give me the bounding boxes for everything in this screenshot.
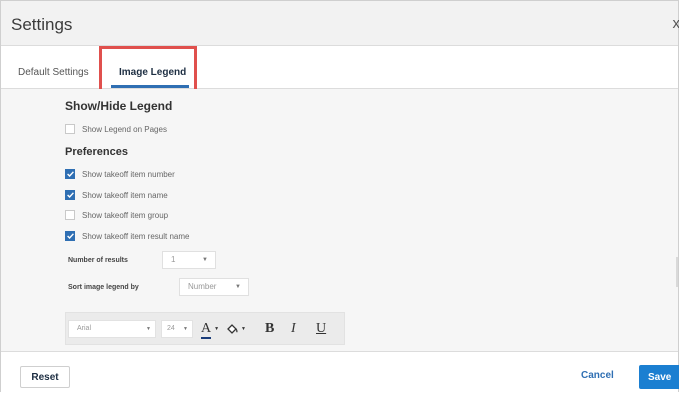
show-legend-checkbox[interactable] bbox=[65, 124, 75, 134]
tab-default-settings[interactable]: Default Settings bbox=[18, 67, 89, 78]
bold-icon: B bbox=[265, 321, 274, 337]
settings-dialog: Settings x Default Settings Image Legend… bbox=[0, 0, 679, 392]
sort-legend-select[interactable]: Number ▼ bbox=[179, 278, 249, 296]
font-color-bar bbox=[201, 337, 211, 339]
preferences-heading: Preferences bbox=[65, 146, 128, 158]
chevron-down-icon: ▼ bbox=[235, 279, 241, 295]
sort-legend-value: Number bbox=[188, 282, 216, 291]
fill-color-button[interactable]: ▼ bbox=[226, 319, 246, 339]
active-tab-indicator bbox=[111, 85, 189, 88]
number-of-results-label: Number of results bbox=[68, 257, 128, 264]
font-family-value: Arial bbox=[77, 325, 91, 332]
paint-bucket-icon bbox=[226, 323, 238, 335]
italic-icon: I bbox=[291, 321, 296, 337]
dialog-titlebar: Settings x bbox=[1, 1, 678, 46]
pref-label: Show takeoff item group bbox=[82, 211, 168, 220]
show-legend-label: Show Legend on Pages bbox=[82, 125, 167, 134]
pref-item-number-option[interactable]: Show takeoff item number bbox=[65, 168, 175, 180]
chevron-down-icon: ▼ bbox=[183, 321, 188, 337]
font-size-value: 24 bbox=[167, 325, 175, 332]
pref-checkbox[interactable] bbox=[65, 231, 75, 241]
underline-button[interactable]: U bbox=[316, 319, 326, 339]
save-button[interactable]: Save bbox=[639, 365, 679, 389]
font-family-select[interactable]: Arial ▼ bbox=[68, 320, 156, 338]
number-of-results-value: 1 bbox=[171, 255, 175, 264]
pref-item-group-option[interactable]: Show takeoff item group bbox=[65, 209, 168, 221]
dialog-title: Settings bbox=[11, 15, 72, 35]
italic-button[interactable]: I bbox=[291, 319, 296, 339]
chevron-down-icon: ▼ bbox=[202, 252, 208, 268]
number-of-results-select[interactable]: 1 ▼ bbox=[162, 251, 216, 269]
close-icon[interactable]: x bbox=[673, 15, 679, 32]
font-color-icon: A bbox=[201, 321, 211, 336]
pref-item-name-option[interactable]: Show takeoff item name bbox=[65, 189, 168, 201]
settings-tabs: Default Settings Image Legend ? bbox=[1, 46, 678, 89]
dialog-footer: Reset Cancel Save bbox=[1, 351, 678, 393]
pref-label: Show takeoff item name bbox=[82, 191, 168, 200]
font-size-select[interactable]: 24 ▼ bbox=[161, 320, 193, 338]
underline-icon: U bbox=[316, 321, 326, 337]
pref-checkbox[interactable] bbox=[65, 169, 75, 179]
pref-item-result-name-option[interactable]: Show takeoff item result name bbox=[65, 230, 189, 242]
font-color-button[interactable]: A ▼ bbox=[201, 319, 219, 339]
chevron-down-icon: ▼ bbox=[146, 321, 151, 337]
cancel-button[interactable]: Cancel bbox=[581, 370, 614, 381]
pref-checkbox[interactable] bbox=[65, 190, 75, 200]
sort-legend-label: Sort image legend by bbox=[68, 284, 139, 291]
scrollbar-edge[interactable] bbox=[676, 257, 678, 287]
reset-button[interactable]: Reset bbox=[20, 366, 70, 388]
pref-label: Show takeoff item result name bbox=[82, 232, 189, 241]
image-legend-panel: Show/Hide Legend Show Legend on Pages Pr… bbox=[1, 89, 678, 351]
chevron-down-icon: ▼ bbox=[241, 326, 246, 332]
chevron-down-icon: ▼ bbox=[214, 326, 219, 332]
bold-button[interactable]: B bbox=[265, 319, 274, 339]
pref-label: Show takeoff item number bbox=[82, 170, 175, 179]
text-format-toolbar: Arial ▼ 24 ▼ A ▼ ▼ bbox=[65, 312, 345, 345]
tab-image-legend[interactable]: Image Legend bbox=[119, 67, 186, 78]
pref-checkbox[interactable] bbox=[65, 210, 75, 220]
show-hide-legend-heading: Show/Hide Legend bbox=[65, 99, 172, 113]
show-legend-on-pages-option[interactable]: Show Legend on Pages bbox=[65, 123, 167, 135]
